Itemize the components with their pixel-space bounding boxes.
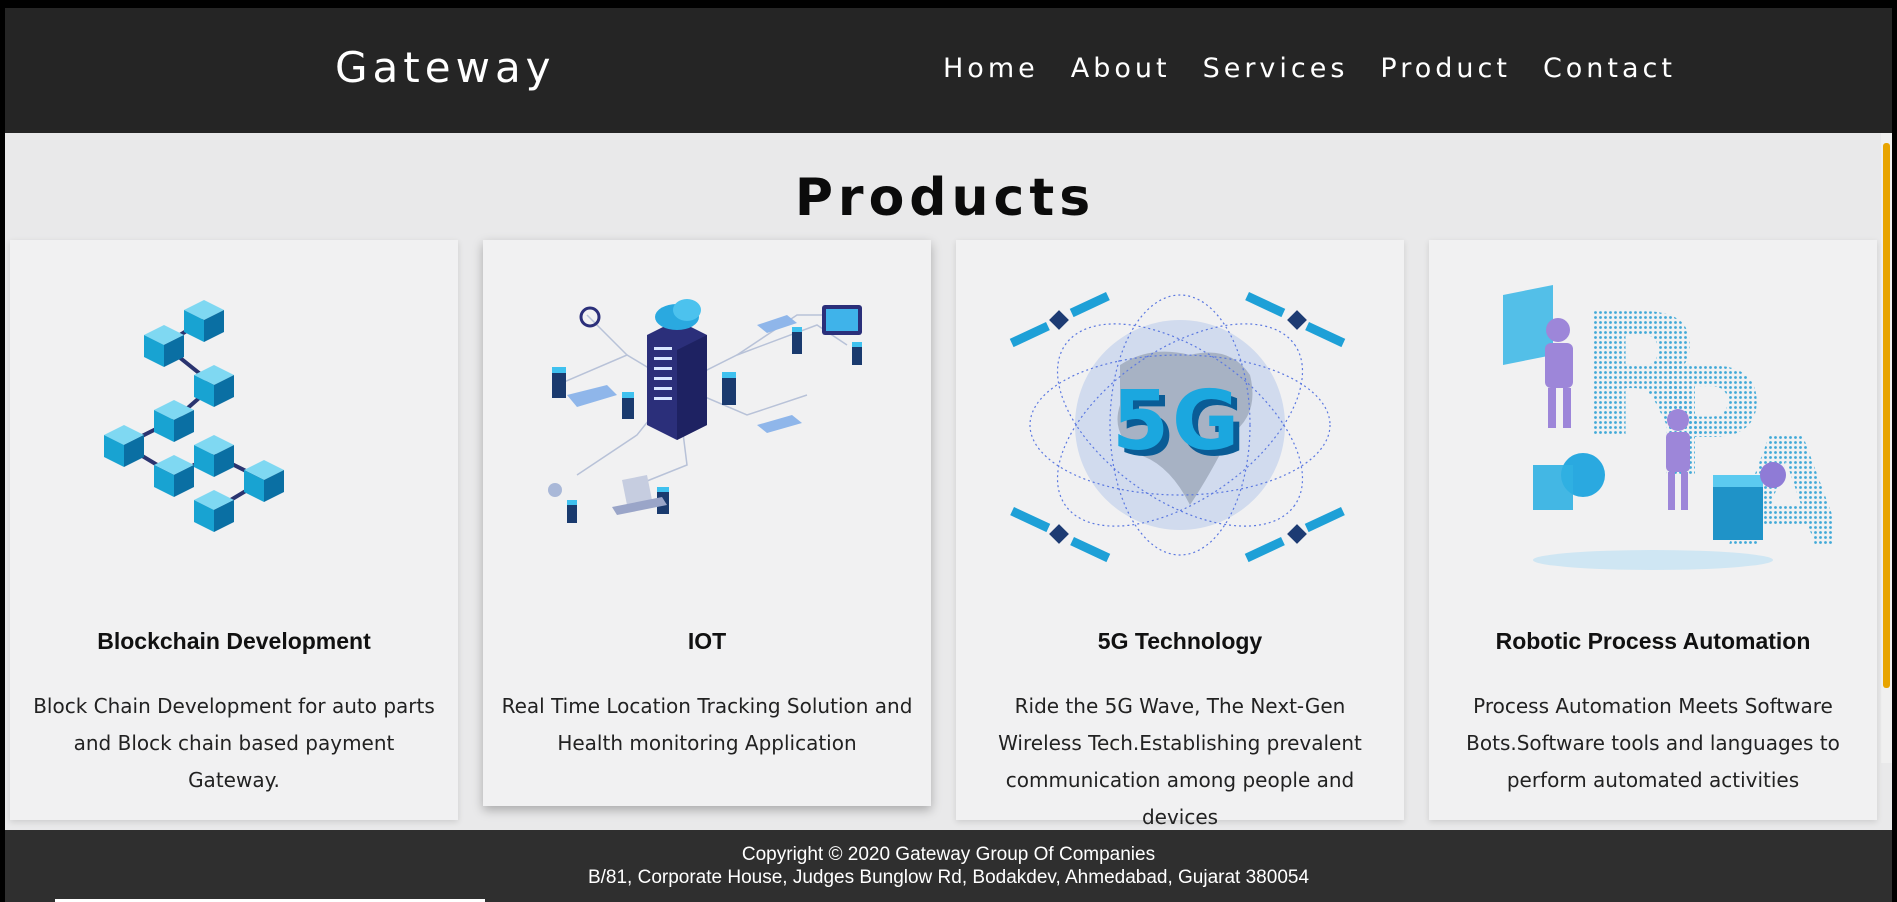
nav-services[interactable]: Services [1203, 53, 1349, 84]
nav-home[interactable]: Home [943, 53, 1039, 84]
footer-copyright: Copyright © 2020 Gateway Group Of Compan… [741, 844, 1156, 865]
footer-address: B/81, Corporate House, Judges Bunglow Rd… [587, 867, 1310, 888]
product-title: Robotic Process Automation [1495, 628, 1811, 654]
iot-server-network-illustration [548, 299, 862, 523]
nav-about[interactable]: About [1071, 53, 1171, 84]
navbar: Gateway Home About Services Product Cont… [5, 8, 1892, 133]
page-title: Products [794, 168, 1096, 228]
svg-text:5: 5 [1112, 374, 1169, 469]
product-description: Process Automation Meets Software Bots.S… [1466, 694, 1840, 792]
brand-logo[interactable]: Gateway [335, 43, 556, 92]
footer: Copyright © 2020 Gateway Group Of Compan… [5, 830, 1892, 902]
product-description: Block Chain Development for auto parts a… [33, 694, 435, 792]
product-description: Ride the 5G Wave, The Next-Gen Wireless … [998, 694, 1362, 829]
product-title: 5G Technology [1097, 628, 1263, 654]
nav-product[interactable]: Product [1380, 53, 1511, 84]
main-nav: Home About Services Product Contact [943, 53, 1676, 84]
product-card-rpa[interactable]: R P A Robotic Process Automation Process… [1429, 240, 1877, 820]
product-title: IOT [687, 628, 727, 654]
product-card-blockchain[interactable]: Blockchain Development Block Chain Devel… [10, 240, 458, 820]
blockchain-cubes-illustration [104, 300, 284, 532]
product-title: Blockchain Development [97, 628, 371, 654]
product-card-iot[interactable]: IOT Real Time Location Tracking Solution… [483, 240, 931, 806]
nav-contact[interactable]: Contact [1543, 53, 1676, 84]
product-card-5g[interactable]: 5 5 G G 5G Technology Ride the 5G Wave, … [956, 240, 1404, 829]
product-description: Real Time Location Tracking Solution and… [501, 694, 913, 755]
svg-text:G: G [1172, 374, 1239, 469]
browser-viewport: Gateway Home About Services Product Cont… [5, 8, 1892, 902]
5g-globe-satellites-illustration: 5 5 G G [1009, 292, 1346, 563]
rpa-robots-illustration: R P A [1503, 278, 1833, 581]
